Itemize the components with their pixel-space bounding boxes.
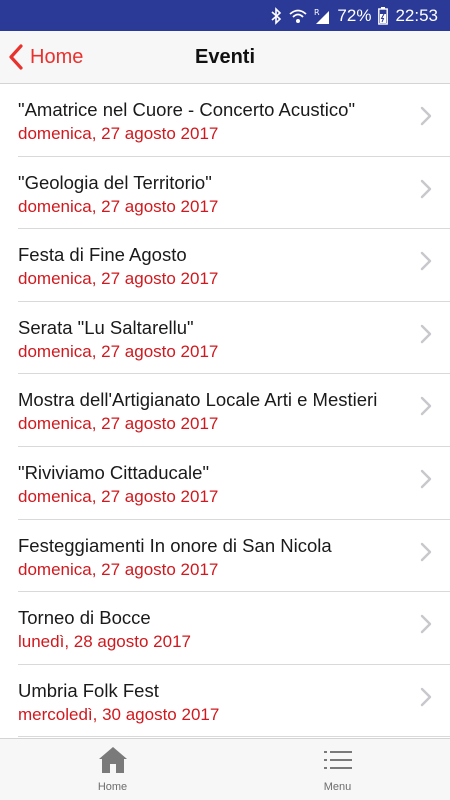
event-title: "Amatrice nel Cuore - Concerto Acustico" xyxy=(18,99,356,120)
bluetooth-icon xyxy=(270,6,282,25)
chevron-right-icon xyxy=(420,542,432,561)
event-title: "Riviviamo Cittaducale" xyxy=(18,461,210,483)
event-title: "Geologia del Territorio" xyxy=(18,171,212,193)
event-row[interactable]: Mostra dell'Artigianato Locale Arti e Me… xyxy=(18,374,450,447)
back-button-label: Home xyxy=(30,45,84,68)
battery-percent: 72% xyxy=(337,5,372,25)
event-date: lunedì, 28 agosto 2017 xyxy=(18,632,191,652)
tab-home[interactable]: Home xyxy=(0,739,225,800)
svg-text:R: R xyxy=(314,8,320,17)
event-title: Serata "Lu Saltarellu" xyxy=(18,316,194,338)
chevron-right-icon xyxy=(420,687,432,706)
wifi-icon xyxy=(289,8,308,24)
chevron-right-icon xyxy=(420,179,432,198)
navigation-bar: Home Eventi xyxy=(0,31,450,84)
tab-menu[interactable]: Menu xyxy=(225,739,450,800)
chevron-right-icon xyxy=(420,469,432,489)
event-row[interactable]: Serata "Lu Saltarellu" domenica, 27 agos… xyxy=(18,302,450,375)
status-bar: R 72% 22:53 xyxy=(0,0,450,31)
list-menu-icon xyxy=(323,745,352,775)
event-title: Festa di Fine Agosto xyxy=(18,244,187,266)
event-date: domenica, 27 agosto 2017 xyxy=(18,414,219,434)
event-date: domenica, 27 agosto 2017 xyxy=(18,124,219,143)
chevron-right-icon xyxy=(420,614,432,634)
event-title: Mostra dell'Artigianato Locale Arti e Me… xyxy=(18,389,378,411)
tab-home-label: Home xyxy=(97,781,128,793)
events-list: "Amatrice nel Cuore - Concerto Acustico"… xyxy=(0,84,450,738)
event-date: domenica, 27 agosto 2017 xyxy=(18,341,219,361)
event-date: mercoledì, 30 agosto 2017 xyxy=(18,704,220,724)
event-date: domenica, 27 agosto 2017 xyxy=(18,196,219,216)
event-row[interactable]: Torneo di Bocce lunedì, 28 agosto 2017 xyxy=(18,592,450,665)
back-button[interactable]: Home xyxy=(8,31,83,83)
clock: 22:53 xyxy=(395,5,438,25)
tab-bar: Home Menu xyxy=(0,738,450,800)
event-row[interactable]: "Riviviamo Cittaducale" domenica, 27 ago… xyxy=(18,447,450,520)
chevron-right-icon xyxy=(420,397,432,416)
event-row[interactable]: Festeggiamenti In onore di San Nicola do… xyxy=(18,520,450,593)
event-title: Torneo di Bocce xyxy=(18,607,151,629)
chevron-right-icon xyxy=(420,251,432,271)
chevron-left-icon xyxy=(8,44,24,70)
chevron-right-icon xyxy=(420,324,432,343)
tab-menu-label: Menu xyxy=(323,781,352,793)
event-date: domenica, 27 agosto 2017 xyxy=(18,486,219,506)
home-icon xyxy=(98,745,128,775)
event-date: domenica, 27 agosto 2017 xyxy=(18,269,219,289)
battery-icon xyxy=(378,6,389,25)
event-row[interactable]: "Geologia del Territorio" domenica, 27 a… xyxy=(18,157,450,230)
event-row[interactable]: Umbria Folk Fest mercoledì, 30 agosto 20… xyxy=(18,665,450,738)
chevron-right-icon xyxy=(420,106,432,126)
event-title: Festeggiamenti In onore di San Nicola xyxy=(18,534,332,556)
event-row[interactable]: Festa di Fine Agosto domenica, 27 agosto… xyxy=(18,229,450,302)
signal-icon: R xyxy=(314,7,330,25)
event-title: Umbria Folk Fest xyxy=(18,679,159,701)
event-row[interactable]: "Amatrice nel Cuore - Concerto Acustico"… xyxy=(18,84,450,157)
event-date: domenica, 27 agosto 2017 xyxy=(18,559,219,579)
